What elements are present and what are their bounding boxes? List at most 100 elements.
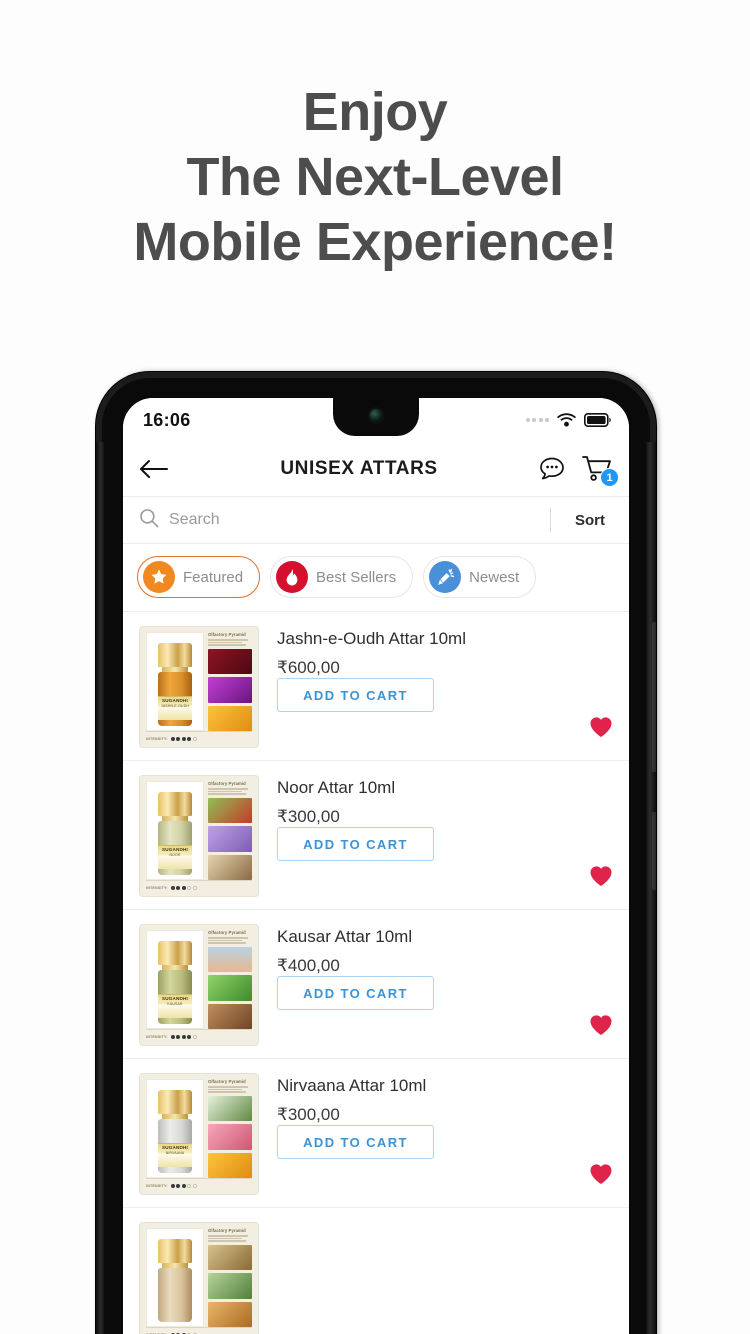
product-list-item[interactable]: SUGANDHI KAUSAR Olfactory Pyramid INTENS…: [123, 910, 629, 1059]
product-list-item[interactable]: SUGANDHI NOOR Olfactory Pyramid INTENSIT…: [123, 761, 629, 910]
volume-button[interactable]: [652, 622, 656, 772]
bottle-brand-text: SUGANDHI: [161, 1145, 189, 1150]
product-bottle-image: SUGANDHI NOOR: [146, 781, 204, 880]
add-to-cart-button[interactable]: ADD TO CART: [277, 678, 434, 712]
back-arrow-icon[interactable]: [139, 456, 173, 482]
product-thumbnail: SUGANDHI KAUSAR Olfactory Pyramid INTENS…: [139, 924, 259, 1046]
product-list-item[interactable]: SUGANDHI JASHN-E-OUDH Olfactory Pyramid: [123, 612, 629, 761]
add-to-cart-button[interactable]: ADD TO CART: [277, 1125, 434, 1159]
sort-button[interactable]: Sort: [551, 512, 629, 529]
wifi-icon: [557, 413, 576, 427]
app-header-actions: 1: [537, 454, 619, 487]
olfactory-pyramid-title: Olfactory Pyramid: [208, 632, 246, 637]
signal-dots-icon: [525, 418, 549, 422]
bottle-brand-text: SUGANDHI: [161, 996, 189, 1001]
product-name: Jashn-e-Oudh Attar 10ml: [277, 629, 466, 648]
ingredient-swatches: [208, 1095, 252, 1178]
olfactory-pyramid-title: Olfactory Pyramid: [208, 1228, 246, 1233]
ingredient-swatches: [208, 797, 252, 880]
filter-chip-label: Featured: [183, 568, 244, 586]
filter-chip-featured[interactable]: Featured: [137, 556, 261, 598]
filter-chip-label: Best Sellers: [316, 568, 397, 586]
product-thumbnail: SUGANDHI NOOR Olfactory Pyramid INTENSIT…: [139, 775, 259, 897]
product-price: ₹600,00: [277, 658, 340, 677]
heart-filled-icon[interactable]: [589, 716, 613, 738]
heart-filled-icon[interactable]: [589, 1014, 613, 1036]
product-bottle-image: SUGANDHI NIRVAANA: [146, 1079, 204, 1178]
product-bottle-image: [146, 1228, 204, 1327]
status-bar-clock: 16:06: [143, 409, 191, 430]
intensity-meter: INTENSITY:: [146, 880, 252, 892]
bottle-variant-text: NIRVAANA: [165, 1151, 185, 1155]
battery-full-icon: [584, 413, 611, 427]
power-button[interactable]: [652, 812, 656, 890]
search-input[interactable]: [169, 511, 550, 529]
intensity-meter: INTENSITY:: [146, 1029, 252, 1041]
search-bar: Sort: [123, 496, 629, 544]
olfactory-pyramid-title: Olfactory Pyramid: [208, 1079, 246, 1084]
filter-chip-newest[interactable]: Newest: [423, 556, 537, 598]
bottle-variant-text: JASHN-E-OUDH: [160, 704, 190, 708]
promo-headline-line-3: Mobile Experience!: [133, 212, 617, 272]
product-list-item[interactable]: SUGANDHI NIRVAANA Olfactory Pyramid INTE…: [123, 1059, 629, 1208]
front-camera-icon: [369, 409, 383, 422]
heart-filled-icon[interactable]: [589, 1163, 613, 1185]
product-thumbnail: SUGANDHI JASHN-E-OUDH Olfactory Pyramid: [139, 626, 259, 748]
app-header: UNISEX ATTARS 1: [123, 442, 629, 496]
flame-icon: [276, 561, 309, 593]
intensity-label: INTENSITY:: [146, 1035, 168, 1039]
intensity-label: INTENSITY:: [146, 886, 168, 890]
product-bottle-image: SUGANDHI JASHN-E-OUDH: [146, 632, 204, 731]
search-icon: [139, 508, 159, 533]
product-name: Nirvaana Attar 10ml: [277, 1076, 427, 1095]
intensity-label: INTENSITY:: [146, 1184, 168, 1188]
page-title: UNISEX ATTARS: [280, 458, 438, 479]
promo-headline-line-1: Enjoy: [302, 82, 448, 142]
product-bottle-image: SUGANDHI KAUSAR: [146, 930, 204, 1029]
intensity-meter: INTENSITY:: [146, 731, 252, 743]
star-icon: [143, 561, 175, 593]
search-field-wrapper[interactable]: [123, 497, 550, 543]
shopping-cart-icon[interactable]: 1: [581, 454, 619, 487]
intensity-label: INTENSITY:: [146, 737, 168, 741]
phone-screen: 16:06 UNISEX ATTARS 1 Search Sort Featur…: [123, 398, 629, 1334]
add-to-cart-button[interactable]: ADD TO CART: [277, 827, 434, 861]
intensity-meter: INTENSITY:: [146, 1327, 252, 1334]
product-price: ₹400,00: [277, 956, 340, 975]
filter-chip-label: Newest: [469, 568, 520, 586]
chat-bubble-icon[interactable]: [537, 454, 567, 484]
bottle-brand-text: SUGANDHI: [161, 847, 189, 852]
status-bar-indicators: [525, 413, 612, 427]
cart-badge: 1: [600, 468, 619, 487]
product-thumbnail: SUGANDHI NIRVAANA Olfactory Pyramid INTE…: [139, 1073, 259, 1195]
product-thumbnail: Olfactory Pyramid INTENSITY:: [139, 1222, 259, 1334]
promo-headline-line-2: The Next-Level: [186, 147, 564, 207]
add-to-cart-button[interactable]: ADD TO CART: [277, 976, 434, 1010]
product-details: Jashn-e-Oudh Attar 10ml ₹600,00 ADD TO C…: [259, 626, 615, 712]
filter-chip-row: Featured Best Sellers Newest: [123, 544, 629, 612]
promo-headline: Enjoy The Next-Level Mobile Experience!: [0, 80, 750, 275]
product-price: ₹300,00: [277, 807, 340, 826]
product-name: Kausar Attar 10ml: [277, 927, 413, 946]
product-details: Nirvaana Attar 10ml ₹300,00 ADD TO CART: [259, 1073, 615, 1159]
promo-screenshot-page: Enjoy The Next-Level Mobile Experience! …: [0, 0, 750, 1334]
bottle-brand-text: SUGANDHI: [161, 698, 189, 703]
bottle-variant-text: NOOR: [169, 853, 181, 857]
ingredient-swatches: [208, 1244, 252, 1327]
ingredient-swatches: [208, 946, 252, 1029]
heart-filled-icon[interactable]: [589, 865, 613, 887]
filter-chip-best-sellers[interactable]: Best Sellers: [270, 556, 414, 598]
phone-mockup: 16:06 UNISEX ATTARS 1 Search Sort Featur…: [96, 372, 656, 1334]
product-name: Noor Attar 10ml: [277, 778, 396, 797]
firework-icon: [429, 561, 462, 593]
product-details: [259, 1222, 615, 1224]
ingredient-swatches: [208, 648, 252, 731]
product-price: ₹300,00: [277, 1105, 340, 1124]
bottle-variant-text: KAUSAR: [167, 1002, 183, 1006]
phone-notch: [333, 398, 419, 436]
product-details: Kausar Attar 10ml ₹400,00 ADD TO CART: [259, 924, 615, 1010]
phone-left-edge: [96, 442, 104, 1334]
product-list-item[interactable]: Olfactory Pyramid INTENSITY:: [123, 1208, 629, 1334]
product-details: Noor Attar 10ml ₹300,00 ADD TO CART: [259, 775, 615, 861]
olfactory-pyramid-title: Olfactory Pyramid: [208, 781, 246, 786]
